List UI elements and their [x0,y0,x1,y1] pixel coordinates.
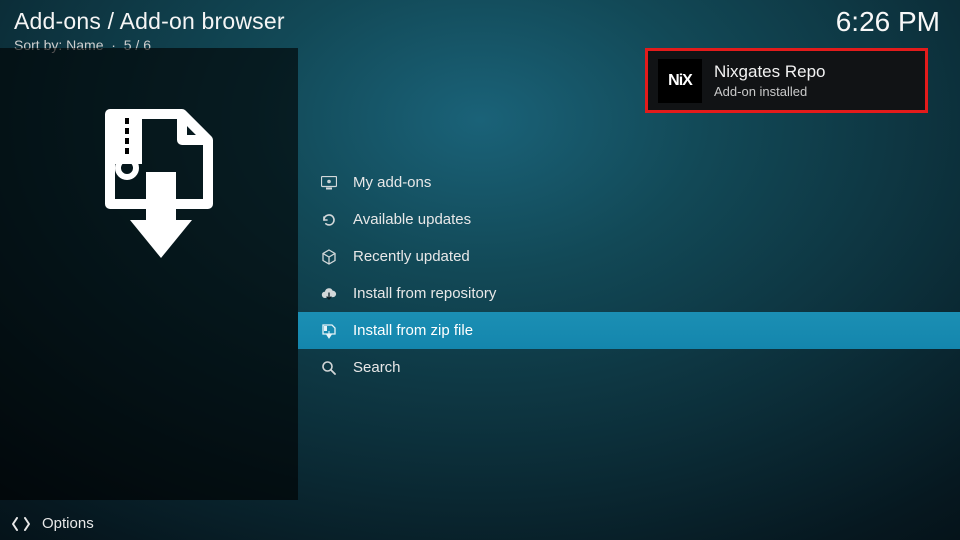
menu-item-install-from-zip[interactable]: Install from zip file [298,312,960,349]
menu-item-label: Search [353,359,960,376]
cloud-icon [318,287,340,301]
toast-text-block: Nixgates Repo Add-on installed [714,62,826,99]
menu-item-available-updates[interactable]: Available updates [298,201,960,238]
menu-item-label: Install from zip file [353,322,960,339]
menu-item-install-from-repository[interactable]: Install from repository [298,275,960,312]
box-icon [318,249,340,265]
clock: 6:26 PM [836,6,940,38]
refresh-icon [318,212,340,228]
toast-title: Nixgates Repo [714,62,826,82]
options-label: Options [42,515,94,532]
breadcrumb: Add-ons / Add-on browser [14,8,285,35]
left-panel [0,48,298,500]
toast-subtitle: Add-on installed [714,84,826,99]
menu-item-label: Recently updated [353,248,960,265]
zip-icon [318,323,340,339]
install-from-zip-large-icon [80,108,220,268]
menu-item-my-addons[interactable]: My add-ons [298,164,960,201]
menu-item-label: My add-ons [353,174,960,191]
search-icon [318,360,340,376]
addon-browser-menu: My add-ons Available updates Recently up… [298,164,960,386]
menu-item-search[interactable]: Search [298,349,960,386]
menu-item-recently-updated[interactable]: Recently updated [298,238,960,275]
options-arrows-icon [12,516,30,532]
header: Add-ons / Add-on browser Sort by: Name ·… [14,8,285,53]
addon-logo-text: NiX [668,72,692,90]
screen-icon [318,176,340,190]
footer-options[interactable]: Options [12,515,94,532]
menu-item-label: Install from repository [353,285,960,302]
addon-logo: NiX [658,59,702,103]
notification-toast: NiX Nixgates Repo Add-on installed [645,48,928,113]
menu-item-label: Available updates [353,211,960,228]
